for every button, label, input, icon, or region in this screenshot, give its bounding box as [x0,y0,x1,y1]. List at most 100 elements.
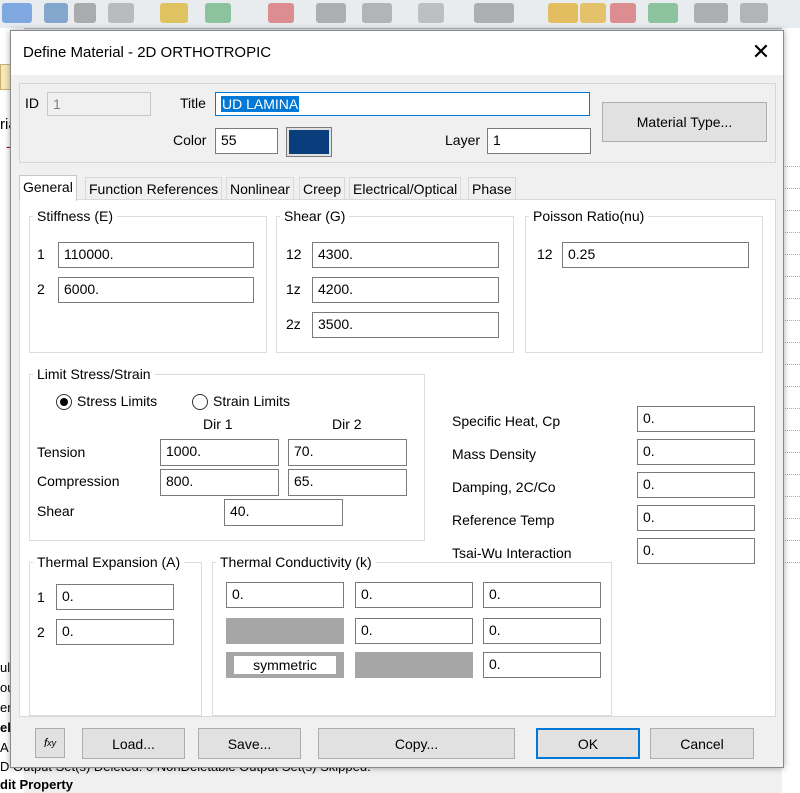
close-icon[interactable]: ✕ [749,39,773,65]
tension-dir1-field[interactable]: 1000. [160,439,279,466]
mass-density-label: Mass Density [452,446,537,462]
tab-function-references[interactable]: Function References [85,177,223,200]
tsai-wu-label: Tsai-Wu Interaction [452,545,572,561]
reference-temp-field[interactable]: 0. [637,505,755,531]
damping-field[interactable]: 0. [637,472,755,498]
poisson-group: Poisson Ratio(nu) 12 0.25 [525,208,763,353]
thermal-expansion-1-label: 1 [37,589,45,605]
dir1-header: Dir 1 [203,416,233,432]
poisson-legend: Poisson Ratio(nu) [529,208,649,224]
define-material-dialog: Define Material - 2D ORTHOTROPIC ✕ ID 1 … [10,30,784,768]
shear-12-label: 12 [286,246,302,262]
reference-temp-label: Reference Temp [452,512,555,528]
stiffness-1-field[interactable]: 110000. [58,242,254,268]
thermal-expansion-2-label: 2 [37,624,45,640]
stress-limits-radio[interactable] [56,394,72,410]
poisson-12-field[interactable]: 0.25 [562,242,749,268]
tab-nonlinear[interactable]: Nonlinear [226,177,294,200]
header-panel: ID 1 Title UD LAMINA Color 55 Layer 1 Ma… [19,83,776,163]
tension-dir2-field[interactable]: 70. [288,439,407,466]
mass-density-field[interactable]: 0. [637,439,755,465]
grid-icon[interactable] [694,3,728,23]
layer-field[interactable]: 1 [487,128,591,154]
limit-legend: Limit Stress/Strain [33,366,155,382]
messages-line: dit Property [0,777,73,792]
stiffness-2-label: 2 [37,281,45,297]
specific-heat-label: Specific Heat, Cp [452,413,561,429]
box-icon[interactable] [108,3,134,23]
messages-line: A [0,740,9,755]
tab-phase[interactable]: Phase [468,177,516,200]
dialog-titlebar: Define Material - 2D ORTHOTROPIC ✕ [11,31,783,75]
shear-1z-field[interactable]: 4200. [312,277,499,303]
select-icon[interactable] [268,3,294,23]
tsai-wu-field[interactable]: 0. [637,538,755,564]
tab-creep[interactable]: Creep [299,177,346,200]
conductivity-22-field[interactable]: 0. [355,618,473,644]
symmetric-box: symmetric [226,652,344,678]
shield-icon[interactable] [648,3,678,23]
ruler-icon[interactable] [160,3,188,23]
load-button[interactable]: Load... [82,728,185,759]
shear-group: Shear (G) 12 4300. 1z 4200. 2z 3500. [276,208,514,353]
mesh-icon[interactable] [205,3,231,23]
gear-icon[interactable] [418,3,444,23]
poisson-12-label: 12 [537,246,553,262]
color-field[interactable]: 55 [215,128,278,154]
stiffness-1-label: 1 [37,246,45,262]
stiffness-group: Stiffness (E) 1 110000. 2 6000. [29,208,267,353]
compression-label: Compression [37,473,120,489]
general-tab-page: Stiffness (E) 1 110000. 2 6000. Shear (G… [19,199,776,717]
pointer-icon[interactable] [316,3,346,23]
thermal-expansion-1-field[interactable]: 0. [56,584,174,610]
ok-button[interactable]: OK [536,728,640,759]
save-button[interactable]: Save... [198,728,301,759]
conductivity-12-field[interactable]: 0. [355,582,473,608]
color-swatch-button[interactable] [286,127,332,157]
magnet-icon[interactable] [610,3,636,23]
thermal-expansion-legend: Thermal Expansion (A) [33,554,185,570]
tab-electrical-optical[interactable]: Electrical/Optical [349,177,462,200]
title-label: Title [180,95,206,111]
thermal-expansion-2-field[interactable]: 0. [56,619,174,645]
material-type-button[interactable]: Material Type... [602,102,767,142]
region-select-icon[interactable] [362,3,392,23]
list-icon[interactable] [44,3,68,23]
fxy-button[interactable]: f xy [35,728,65,758]
title-field[interactable]: UD LAMINA [215,92,590,116]
compression-dir2-field[interactable]: 65. [288,469,407,496]
stress-limits-label[interactable]: Stress Limits [77,393,157,409]
axis-icon[interactable] [474,3,514,23]
shear-1z-label: 1z [286,281,301,297]
limit-stress-strain-group: Limit Stress/Strain Stress Limits Strain… [29,366,425,541]
shear-limit-field[interactable]: 40. [224,499,343,526]
specific-heat-field[interactable]: 0. [637,406,755,432]
strain-limits-label[interactable]: Strain Limits [213,393,290,409]
app-toolbar [0,0,800,29]
symmetric-label: symmetric [234,656,336,674]
shear-12-field[interactable]: 4300. [312,242,499,268]
stiffness-2-field[interactable]: 6000. [58,277,254,303]
checkbox-icon[interactable] [74,3,96,23]
check-icon[interactable] [740,3,768,23]
compression-dir1-field[interactable]: 800. [160,469,279,496]
copy-button[interactable]: Copy... [318,728,515,759]
pencil-icon[interactable] [580,3,606,23]
id-label: ID [25,95,39,111]
id-field[interactable]: 1 [47,92,151,116]
title-value: UD LAMINA [221,96,300,112]
conductivity-33-field[interactable]: 0. [483,652,601,678]
conductivity-23-field[interactable]: 0. [483,618,601,644]
tab-general[interactable]: General [19,175,77,201]
paint-icon[interactable] [548,3,578,23]
shear-2z-field[interactable]: 3500. [312,312,499,338]
color-swatch [289,130,329,154]
shear-legend: Shear (G) [280,208,350,224]
strain-limits-radio[interactable] [192,394,208,410]
conductivity-13-field[interactable]: 0. [483,582,601,608]
fxy-sub-label: xy [47,738,57,748]
toolbar-button[interactable] [2,3,32,23]
cancel-button[interactable]: Cancel [650,728,754,759]
conductivity-11-field[interactable]: 0. [226,582,344,608]
layer-label: Layer [445,132,481,148]
